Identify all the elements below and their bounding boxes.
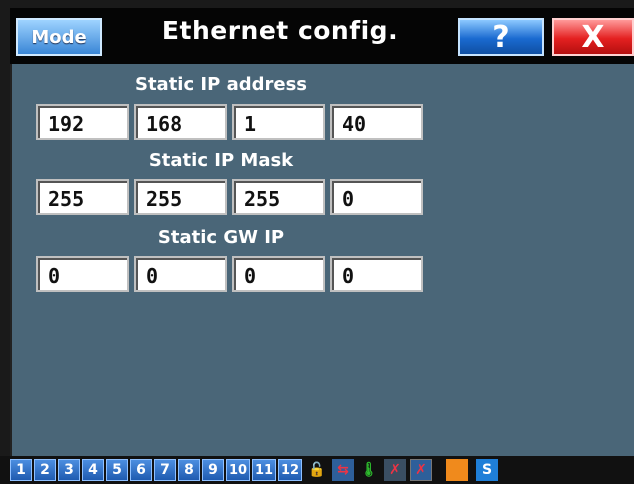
channel-11-button[interactable]: 11 [252,459,276,481]
box-error-icon: ✗ [410,459,432,481]
channel-8-button[interactable]: 8 [178,459,200,481]
thermometer-icon: 🌡 [358,459,380,481]
static-gw-octet-4[interactable]: 0 [330,256,423,292]
network-error-icon: ⇆ [332,459,354,481]
channel-4-button[interactable]: 4 [82,459,104,481]
channel-12-button[interactable]: 12 [278,459,302,481]
static-ip-octet-4[interactable]: 40 [330,104,423,140]
static-ip-octet-2[interactable]: 168 [134,104,227,140]
channel-2-button[interactable]: 2 [34,459,56,481]
orange-indicator-icon [446,459,468,481]
static-gw-label: Static GW IP [157,227,285,248]
static-mask-octet-3[interactable]: 255 [232,179,325,215]
channel-5-button[interactable]: 5 [106,459,128,481]
mode-button[interactable]: Mode [16,18,102,56]
static-gw-octet-3[interactable]: 0 [232,256,325,292]
channel-6-button[interactable]: 6 [130,459,152,481]
channel-7-button[interactable]: 7 [154,459,176,481]
window-title: Ethernet config. [161,16,399,45]
help-button[interactable]: ? [458,18,544,56]
cable-error-icon: ✗ [384,459,406,481]
static-gw-row: 0 0 0 0 [36,256,423,292]
s-icon[interactable]: S [476,459,498,481]
channel-3-button[interactable]: 3 [58,459,80,481]
static-ip-label: Static IP address [134,74,307,95]
static-gw-octet-2[interactable]: 0 [134,256,227,292]
channel-9-button[interactable]: 9 [202,459,224,481]
static-mask-label: Static IP Mask [148,150,294,171]
static-mask-row: 255 255 255 0 [36,179,423,215]
close-button[interactable]: X [552,18,634,56]
static-gw-octet-1[interactable]: 0 [36,256,129,292]
static-mask-octet-2[interactable]: 255 [134,179,227,215]
status-bar: 1 2 3 4 5 6 7 8 9 10 11 12 🔓 ⇆ 🌡 ✗ ✗ S [0,456,634,484]
static-mask-octet-4[interactable]: 0 [330,179,423,215]
channel-10-button[interactable]: 10 [226,459,250,481]
static-ip-row: 192 168 1 40 [36,104,423,140]
channel-1-button[interactable]: 1 [10,459,32,481]
static-ip-octet-3[interactable]: 1 [232,104,325,140]
lock-icon: 🔓 [306,459,328,481]
static-ip-octet-1[interactable]: 192 [36,104,129,140]
static-mask-octet-1[interactable]: 255 [36,179,129,215]
